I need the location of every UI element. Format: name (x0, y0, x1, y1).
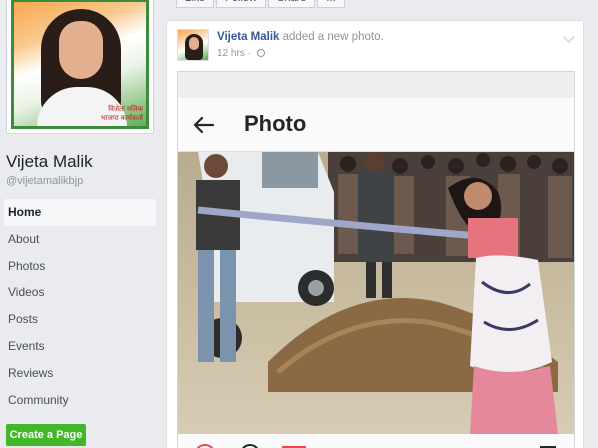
photo-scene (178, 152, 574, 434)
page-action-bar: Like Follow Share ... (176, 0, 347, 8)
author-avatar[interactable] (177, 29, 209, 61)
nav-item-photos[interactable]: Photos (4, 253, 156, 280)
nav-item-reviews[interactable]: Reviews (4, 360, 156, 387)
share-button[interactable]: Share (267, 0, 316, 8)
embedded-status-bar (178, 72, 574, 98)
nav-item-about[interactable]: About (4, 226, 156, 253)
post-author-link[interactable]: Vijeta Malik (217, 31, 279, 43)
more-button[interactable]: ... (317, 0, 345, 8)
post-photo[interactable]: Photo (177, 71, 575, 448)
post-time-text[interactable]: 12 hrs (217, 48, 245, 59)
nav-item-home[interactable]: Home (4, 199, 156, 226)
page-name[interactable]: Vijeta Malik (6, 152, 93, 172)
embedded-header: Photo (178, 98, 574, 152)
left-column: विजेता मलिक भाजपा कार्यकर्ता Vijeta Mali… (0, 0, 160, 448)
post-timestamp[interactable]: 12 hrs · (217, 48, 265, 59)
post-header: Vijeta Malik added a new photo. 12 hrs · (177, 29, 575, 65)
profile-picture-frame[interactable]: विजेता मलिक भाजपा कार्यकर्ता (6, 0, 154, 134)
profile-face (59, 21, 103, 79)
heart-icon[interactable] (194, 444, 216, 448)
create-page-button[interactable]: Create a Page (6, 424, 86, 446)
profile-picture[interactable]: विजेता मलिक भाजपा कार्यकर्ता (11, 0, 149, 129)
globe-icon (256, 49, 265, 58)
comment-icon[interactable] (240, 444, 260, 448)
embedded-photo-title: Photo (244, 111, 307, 136)
post-title: Vijeta Malik added a new photo. (217, 31, 384, 43)
page-nav: Home About Photos Videos Posts Events Re… (4, 199, 156, 413)
nav-item-events[interactable]: Events (4, 333, 156, 360)
nav-item-posts[interactable]: Posts (4, 306, 156, 333)
profile-caption: विजेता मलिक भाजपा कार्यकर्ता (100, 106, 143, 122)
like-button[interactable]: Like (176, 0, 215, 8)
nav-item-videos[interactable]: Videos (4, 279, 156, 306)
post-action-text: added a new photo. (279, 31, 384, 43)
follow-button[interactable]: Follow (216, 0, 266, 8)
chevron-down-icon[interactable] (563, 31, 575, 43)
embedded-photo-image (178, 152, 574, 434)
embedded-action-bar (178, 434, 574, 448)
post-card: Vijeta Malik added a new photo. 12 hrs ·… (166, 20, 584, 448)
page-handle: @vijetamalikbjp (6, 175, 84, 187)
avatar-face (189, 37, 199, 50)
back-arrow-icon (193, 116, 214, 134)
nav-item-community[interactable]: Community (4, 387, 156, 414)
